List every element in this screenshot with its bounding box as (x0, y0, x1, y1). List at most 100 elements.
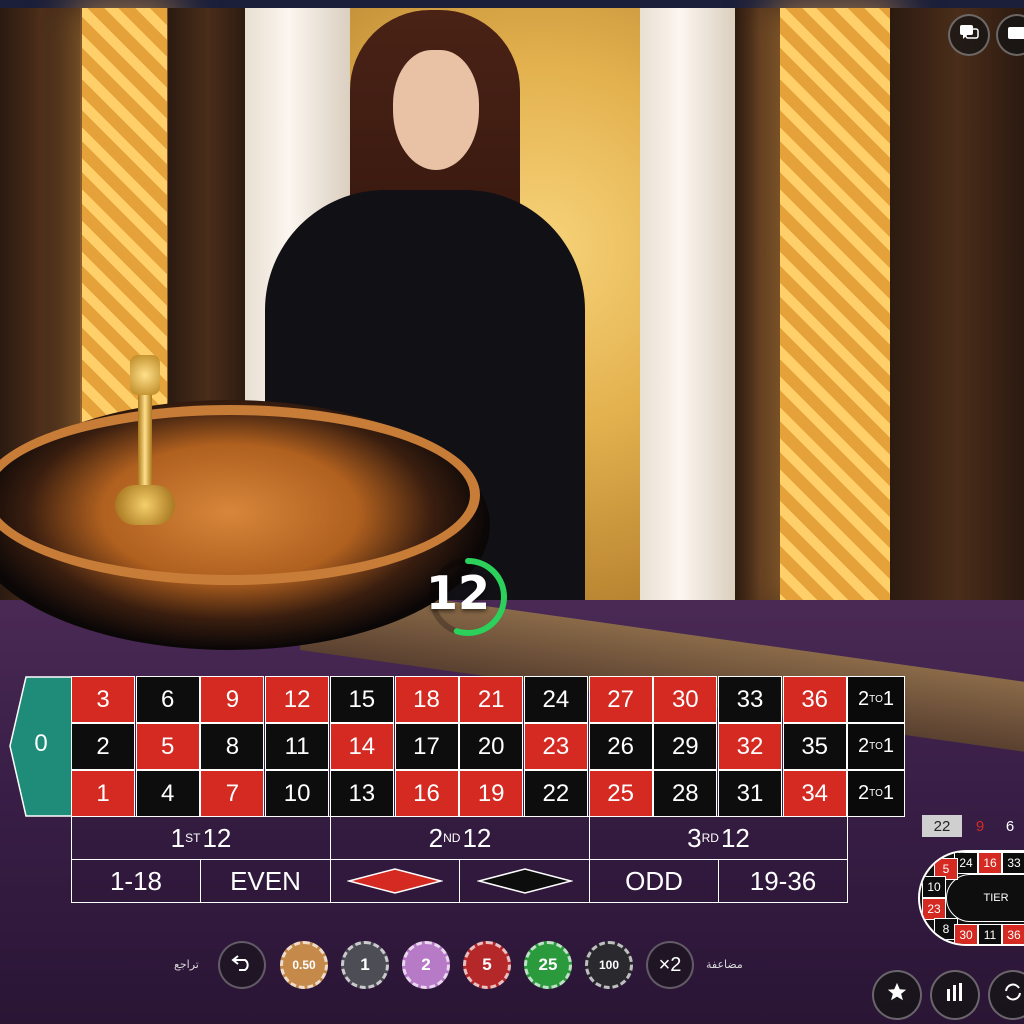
number-cell[interactable]: 10 (265, 770, 330, 817)
number-cell[interactable]: 1 (71, 770, 135, 817)
number-cell[interactable]: 36 (782, 676, 847, 723)
even-bet[interactable]: EVEN (200, 859, 331, 903)
chat-icon (959, 24, 979, 47)
column-bet-sup: TO (869, 694, 883, 705)
chip[interactable]: 1 (341, 941, 389, 989)
dozen-rest: 12 (462, 822, 492, 853)
odd-bet[interactable]: ODD (589, 859, 719, 903)
number-cell[interactable]: 3 (71, 676, 135, 723)
history-result: 22 (922, 815, 962, 837)
low-bet[interactable]: 1-18 (71, 859, 201, 903)
dozen-number: 1 (170, 822, 186, 853)
black-bet[interactable] (459, 859, 590, 903)
column-bet-sup: TO (869, 788, 883, 799)
dozen-bet-1st[interactable]: 1 ST 12 (71, 816, 331, 860)
chip[interactable]: 5 (463, 941, 511, 989)
number-cell[interactable]: 9 (200, 676, 265, 723)
column-bet-label: 1 (882, 688, 894, 710)
number-cell[interactable]: 24 (523, 676, 588, 723)
undo-label: تراجع (174, 958, 199, 971)
racetrack-number[interactable]: 36 (1002, 924, 1024, 944)
racetrack-number[interactable]: 30 (954, 924, 978, 944)
racetrack-number[interactable]: 10 (922, 876, 946, 898)
number-cell[interactable]: 13 (329, 770, 394, 817)
statistics-button[interactable] (930, 970, 980, 1020)
number-cell[interactable]: 34 (782, 770, 847, 817)
racetrack-number[interactable]: 33 (1002, 852, 1024, 874)
number-cell[interactable]: 5 (135, 723, 200, 770)
dozen-sup: RD (701, 831, 719, 845)
number-cell[interactable]: 6 (135, 676, 200, 723)
column-bet-top[interactable]: 2 TO 1 (847, 676, 905, 723)
pillar-center-right (735, 8, 785, 608)
high-bet[interactable]: 19-36 (718, 859, 848, 903)
number-cell[interactable]: 8 (200, 723, 265, 770)
number-cell[interactable]: 21 (459, 676, 524, 723)
column-bet-sup: TO (869, 741, 883, 752)
zero-label: 0 (34, 730, 48, 757)
number-cell[interactable]: 12 (265, 676, 330, 723)
number-cell[interactable]: 23 (523, 723, 588, 770)
pillar-right (890, 8, 1024, 608)
dozen-sup: ST (185, 831, 201, 845)
racetrack-number[interactable]: 16 (978, 852, 1002, 874)
number-cell[interactable]: 7 (200, 770, 265, 817)
number-cell[interactable]: 14 (329, 723, 394, 770)
number-cell[interactable]: 19 (459, 770, 524, 817)
number-cell[interactable]: 27 (588, 676, 653, 723)
number-cell[interactable]: 32 (718, 723, 782, 770)
wheel-spindle (115, 355, 175, 535)
undo-button[interactable] (218, 941, 266, 989)
chip[interactable]: 100 (585, 941, 633, 989)
dozen-bet-3rd[interactable]: 3 RD 12 (589, 816, 848, 860)
bet-timer: 12 (425, 548, 511, 646)
roulette-wheel-rim (0, 405, 480, 585)
repeat-icon (1002, 981, 1024, 1009)
number-cell[interactable]: 4 (135, 770, 200, 817)
number-cell[interactable]: 15 (329, 676, 394, 723)
number-cell[interactable]: 17 (394, 723, 459, 770)
racetrack-number[interactable]: 23 (922, 898, 946, 920)
number-cell[interactable]: 28 (653, 770, 718, 817)
chip[interactable]: 25 (524, 941, 572, 989)
number-cell[interactable]: 25 (588, 770, 653, 817)
number-cell[interactable]: 26 (588, 723, 653, 770)
dozen-rest: 12 (202, 822, 232, 853)
dozen-rest: 12 (720, 822, 750, 853)
column-bet-middle[interactable]: 2 TO 1 (847, 723, 905, 770)
number-cell[interactable]: 20 (459, 723, 524, 770)
dozen-bet-2nd[interactable]: 2 ND 12 (330, 816, 590, 860)
number-cell[interactable]: 18 (394, 676, 459, 723)
column-bet-label: 2 (858, 782, 870, 804)
light-panel-right (780, 8, 890, 608)
double-label: مضاعفة (706, 958, 743, 971)
chip[interactable]: 2 (402, 941, 450, 989)
chat-button[interactable] (948, 14, 990, 56)
timer-seconds: 12 (425, 566, 490, 620)
column-bet-bottom[interactable]: 2 TO 1 (847, 770, 905, 817)
number-cell[interactable]: 31 (718, 770, 782, 817)
number-cell[interactable]: 33 (718, 676, 782, 723)
number-cell[interactable]: 29 (653, 723, 718, 770)
column-bet-label: 2 (858, 688, 870, 710)
racetrack[interactable]: TIER 24 16 33 5 10 23 8 30 11 36 (918, 850, 1024, 946)
curtain-right (640, 8, 740, 608)
red-bet[interactable] (330, 859, 460, 903)
number-cell[interactable]: 16 (394, 770, 459, 817)
red-diamond-icon (347, 868, 443, 894)
top-bar (0, 0, 1024, 8)
number-cell[interactable]: 22 (523, 770, 588, 817)
column-bet-label: 1 (882, 735, 894, 757)
dozen-number: 2 (428, 822, 444, 853)
racetrack-tier[interactable]: TIER (946, 874, 1024, 922)
number-cell[interactable]: 2 (71, 723, 135, 770)
number-cell[interactable]: 35 (782, 723, 847, 770)
racetrack-number[interactable]: 11 (978, 924, 1002, 944)
bar-chart-icon (944, 981, 966, 1009)
number-cell[interactable]: 11 (265, 723, 330, 770)
double-button[interactable]: ×2 (646, 941, 694, 989)
number-cell[interactable]: 30 (653, 676, 718, 723)
video-icon (1007, 25, 1024, 46)
favorites-button[interactable] (872, 970, 922, 1020)
chip[interactable]: 0.50 (280, 941, 328, 989)
